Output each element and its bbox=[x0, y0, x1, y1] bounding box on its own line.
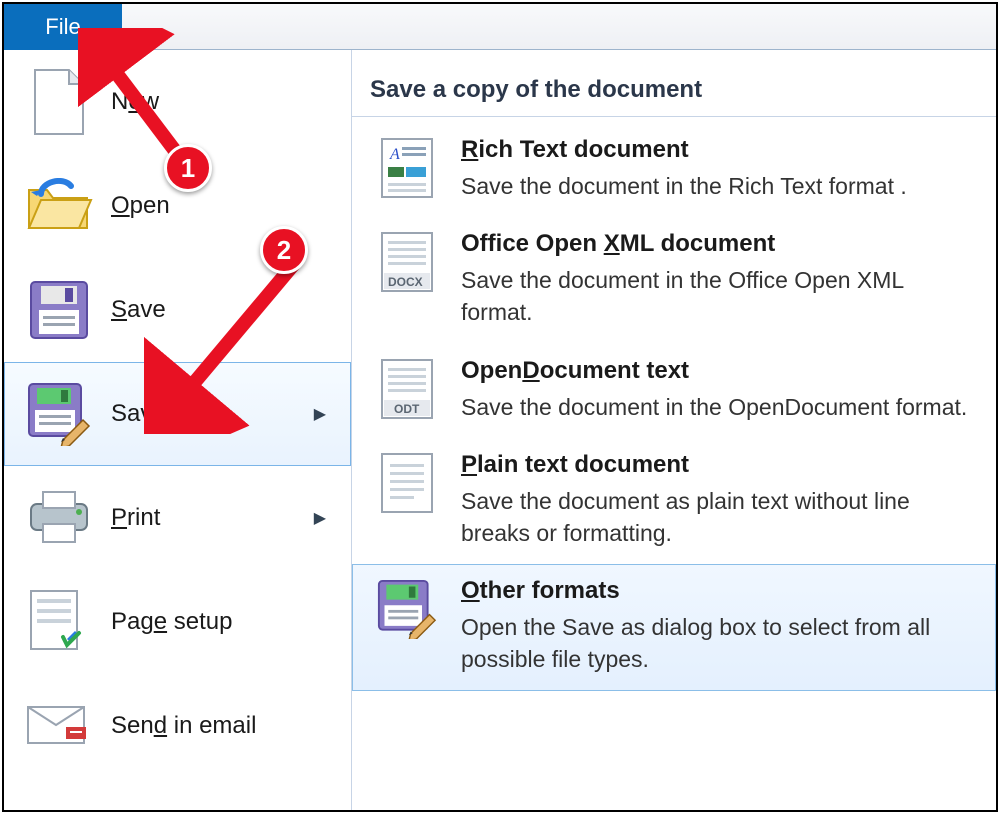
menu-item-print-label: Print bbox=[111, 504, 314, 532]
sub-item-docx-title: Office Open XML document bbox=[461, 230, 977, 258]
menu-item-print[interactable]: Print ▶ bbox=[4, 466, 351, 570]
sub-item-txt-desc: Save the document as plain text without … bbox=[461, 485, 977, 549]
svg-text:A: A bbox=[389, 146, 400, 163]
sub-item-docx-desc: Save the document in the Office Open XML… bbox=[461, 264, 977, 328]
sub-item-txt[interactable]: Plain text document Save the document as… bbox=[352, 438, 996, 564]
sub-item-rtf[interactable]: A Rich Text document Save the document i… bbox=[352, 123, 996, 217]
sub-item-docx[interactable]: DOCX Office Open XML document Save the d… bbox=[352, 217, 996, 343]
submenu-list: A Rich Text document Save the document i… bbox=[352, 117, 996, 691]
annotation-callout-1: 1 bbox=[164, 144, 212, 192]
menu-item-send-email[interactable]: Send in email bbox=[4, 674, 351, 778]
sub-item-other-desc: Open the Save as dialog box to select fr… bbox=[461, 611, 977, 675]
sub-item-rtf-desc: Save the document in the Rich Text forma… bbox=[461, 170, 977, 202]
save-as-submenu: Save a copy of the document A bbox=[352, 50, 996, 810]
sub-item-odt[interactable]: ODT OpenDocument text Save the document … bbox=[352, 344, 996, 438]
rtf-file-icon: A bbox=[375, 136, 439, 200]
print-icon bbox=[23, 482, 95, 554]
sub-item-odt-desc: Save the document in the OpenDocument fo… bbox=[461, 391, 977, 423]
annotation-callout-2: 2 bbox=[260, 226, 308, 274]
menu-item-page-setup[interactable]: Page setup bbox=[4, 570, 351, 674]
save-floppy-icon bbox=[23, 274, 95, 346]
send-email-icon bbox=[23, 690, 95, 762]
menu-item-open-label: Open bbox=[111, 192, 334, 220]
save-as-floppy-icon bbox=[23, 378, 95, 450]
sub-item-txt-title: Plain text document bbox=[461, 451, 977, 479]
menu-item-send-email-label: Send in email bbox=[111, 712, 334, 740]
sub-item-other-formats[interactable]: Other formats Open the Save as dialog bo… bbox=[352, 564, 996, 690]
app-window: File New bbox=[2, 2, 998, 812]
annotation-arrow-2 bbox=[144, 234, 334, 434]
submenu-arrow-icon: ▶ bbox=[314, 508, 326, 528]
odt-file-icon: ODT bbox=[375, 357, 439, 421]
submenu-title: Save a copy of the document bbox=[352, 50, 996, 117]
file-tab-label: File bbox=[45, 14, 80, 40]
other-formats-icon bbox=[375, 577, 439, 641]
page-setup-icon bbox=[23, 586, 95, 658]
sub-item-rtf-title: Rich Text document bbox=[461, 136, 977, 164]
sub-item-other-title: Other formats bbox=[461, 577, 977, 605]
menu-item-page-setup-label: Page setup bbox=[111, 608, 334, 636]
svg-text:DOCX: DOCX bbox=[388, 275, 423, 289]
docx-file-icon: DOCX bbox=[375, 230, 439, 294]
svg-text:ODT: ODT bbox=[394, 402, 420, 416]
sub-item-odt-title: OpenDocument text bbox=[461, 357, 977, 385]
txt-file-icon bbox=[375, 451, 439, 515]
